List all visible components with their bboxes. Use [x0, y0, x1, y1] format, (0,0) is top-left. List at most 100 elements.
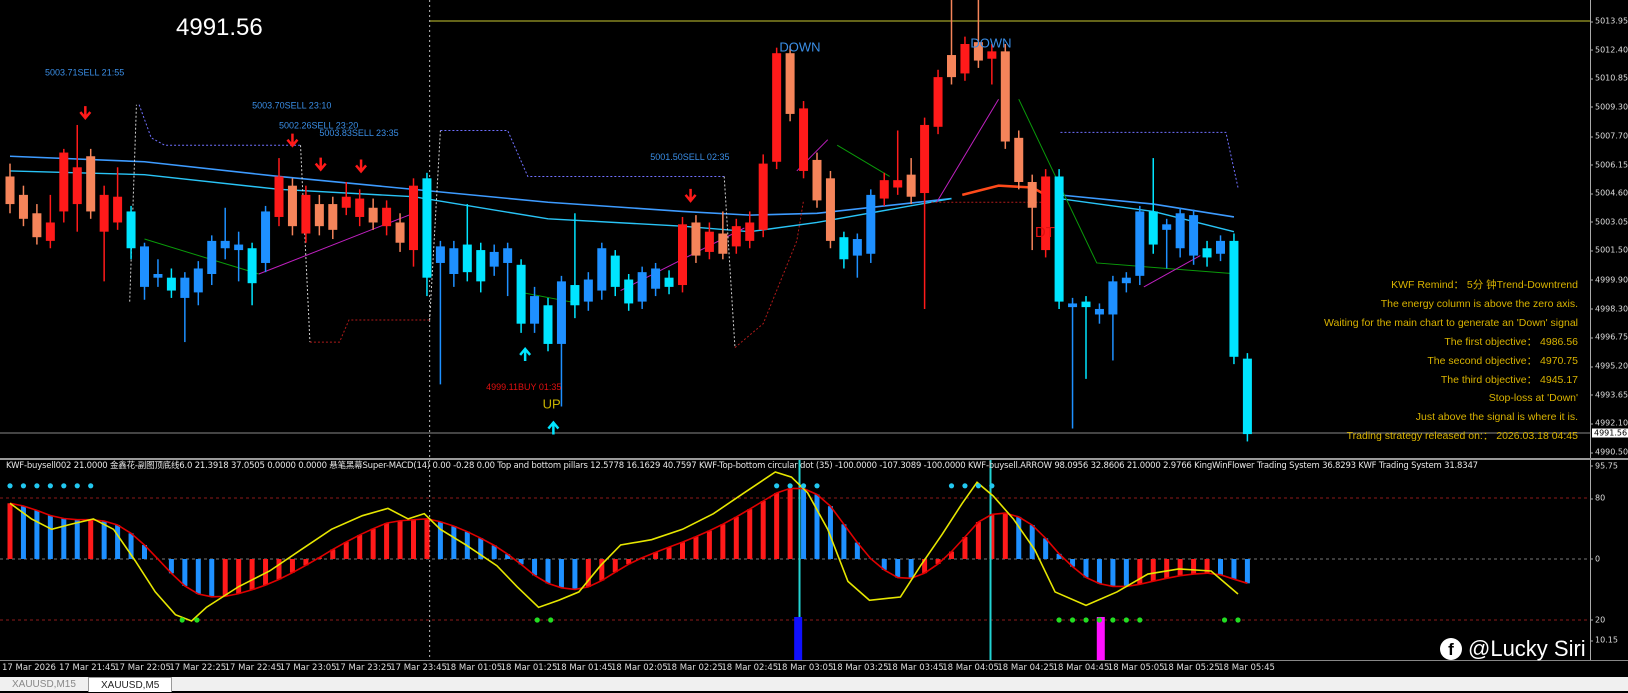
- histogram-bar: [761, 501, 766, 559]
- histogram-bar: [1178, 559, 1183, 576]
- candle-body: [180, 278, 189, 298]
- time-axis: 17 Mar 202617 Mar 21:4517 Mar 22:0517 Ma…: [0, 660, 1628, 678]
- time-tick-label: 18 Mar 04:05: [942, 663, 999, 673]
- remind-line: Just above the signal is where it is.: [1324, 408, 1578, 427]
- price-tick-label: 5006.15: [1595, 160, 1628, 169]
- remind-line: The second objective： 4970.75: [1324, 352, 1578, 371]
- candle-body: [1203, 248, 1212, 257]
- price-tick-label: 4998.30: [1595, 304, 1628, 313]
- histogram-bar: [424, 519, 429, 559]
- indicator-axis: 95.758002010.15: [1590, 460, 1628, 660]
- time-tick-label: 18 Mar 04:25: [997, 663, 1054, 673]
- histogram-bar: [559, 559, 564, 588]
- candle-body: [934, 77, 943, 127]
- candle-body: [355, 199, 364, 217]
- candle-body: [813, 160, 822, 200]
- histogram-bar: [680, 542, 685, 559]
- candle-body: [960, 44, 969, 73]
- price-tick-label: 4996.75: [1595, 333, 1628, 342]
- tab-xauusd-m5[interactable]: XAUUSD,M5: [88, 677, 172, 692]
- candle-body: [32, 213, 41, 237]
- candle-body: [1122, 278, 1131, 284]
- sell-arrow-icon: [80, 106, 90, 118]
- histogram-bar: [398, 521, 403, 559]
- candle-body: [786, 53, 795, 114]
- histogram-bar: [48, 516, 53, 559]
- candle-body: [880, 180, 889, 198]
- time-tick-label: 18 Mar 02:05: [611, 663, 668, 673]
- candle-body: [342, 197, 351, 208]
- histogram-bar: [182, 559, 187, 586]
- histogram-bar: [707, 531, 712, 559]
- candle-body: [839, 237, 848, 259]
- top-dot: [7, 483, 12, 488]
- trail-blue: [1060, 132, 1238, 187]
- time-tick-label: 17 Mar 22:25: [169, 663, 226, 673]
- tab-xauusd-m15[interactable]: XAUUSD,M15: [0, 677, 89, 691]
- remind-line: Waiting for the main chart to generate a…: [1324, 314, 1578, 333]
- histogram-bar: [223, 559, 228, 596]
- signal-label: 5001.50SELL 02:35: [650, 152, 729, 162]
- candle-body: [46, 222, 55, 240]
- time-tick-label: 17 Mar 23:25: [335, 663, 392, 673]
- price-tick-label: 5010.85: [1595, 74, 1628, 83]
- histogram-bar: [667, 547, 672, 559]
- candle-body: [19, 195, 28, 219]
- trail-white: [724, 176, 735, 347]
- candle-body: [422, 178, 431, 277]
- candle-body: [59, 153, 68, 212]
- signal-label: 5003.70SELL 23:10: [252, 100, 331, 110]
- time-tick-label: 17 Mar 2026: [2, 663, 56, 673]
- time-tick-label: 18 Mar 05:05: [1108, 663, 1165, 673]
- candle-body: [275, 176, 284, 216]
- indicator-pane[interactable]: [0, 460, 1590, 660]
- candle-body: [745, 222, 754, 240]
- histogram-bar: [75, 520, 80, 559]
- candle-body: [907, 175, 916, 197]
- top-dot: [21, 483, 26, 488]
- histogram-bar: [815, 494, 820, 559]
- candle-body: [1216, 241, 1225, 254]
- top-dot: [788, 483, 793, 488]
- histogram-bar: [774, 493, 779, 559]
- candle-body: [409, 186, 418, 250]
- candle-body: [597, 248, 606, 290]
- histogram-bar: [451, 526, 456, 559]
- histogram-bar: [209, 559, 214, 597]
- ma-fast: [10, 171, 952, 232]
- bottom-dot: [1124, 617, 1129, 622]
- signal-label: 5003.71SELL 21:55: [45, 67, 124, 77]
- time-tick-label: 18 Mar 04:45: [1053, 663, 1110, 673]
- candle-body: [1243, 359, 1252, 434]
- candle-body: [127, 211, 136, 248]
- bottom-dot: [180, 617, 185, 622]
- histogram-bar: [344, 542, 349, 559]
- candle-body: [449, 248, 458, 274]
- time-tick-label: 18 Mar 01:05: [445, 663, 502, 673]
- trail-red: [735, 200, 804, 347]
- price-tick-label: 5009.30: [1595, 102, 1628, 111]
- time-tick-label: 18 Mar 02:45: [721, 663, 778, 673]
- histogram-bar: [1151, 559, 1156, 581]
- candle-body: [248, 248, 257, 283]
- candle-body: [140, 246, 149, 286]
- top-dot: [814, 483, 819, 488]
- candle-body: [328, 204, 337, 230]
- candle-body: [1082, 302, 1091, 308]
- candle-body: [86, 156, 95, 211]
- price-axis[interactable]: 5013.955012.405010.855009.305007.705006.…: [1590, 0, 1628, 458]
- histogram-bar: [1231, 559, 1236, 579]
- histogram-bar: [411, 520, 416, 559]
- price-tick-label: 4995.20: [1595, 362, 1628, 371]
- candle-body: [73, 167, 82, 204]
- histogram-bar: [613, 559, 618, 572]
- candle-body: [651, 268, 660, 288]
- candle-body: [1028, 182, 1037, 208]
- signal-label: DOWN: [779, 39, 820, 54]
- histogram-bar: [841, 524, 846, 559]
- price-tick-label: 4993.65: [1595, 390, 1628, 399]
- candle-body: [947, 55, 956, 77]
- histogram-bar: [115, 525, 120, 559]
- candle-body: [517, 265, 526, 324]
- green-line: [521, 292, 579, 303]
